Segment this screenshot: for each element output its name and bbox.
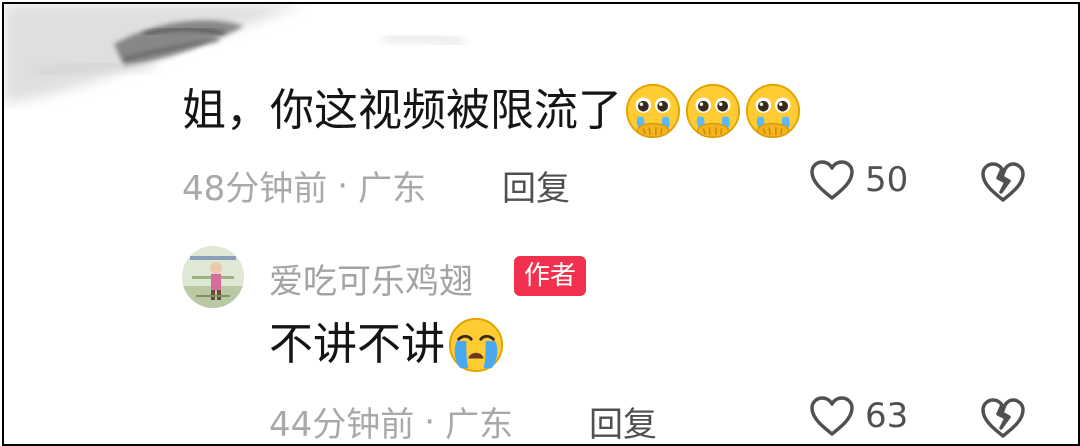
comment-2-meta: 44分钟前 · 广东: [269, 397, 514, 445]
comment-1-like-button[interactable]: 50: [809, 159, 908, 201]
comment-1-location: 广东: [358, 169, 427, 209]
comment-1-separator: ·: [337, 165, 349, 206]
comment-panel: 姐，你这视频被限流了 48分钟前 · 广东 回复 50 爱吃可乐鸡翅 作者 不讲…: [2, 2, 1080, 446]
heart-outline-icon: [810, 160, 854, 200]
comment-2-like-button[interactable]: 63: [809, 395, 908, 437]
broken-heart-icon[interactable]: [979, 397, 1027, 439]
avatar[interactable]: [182, 246, 244, 308]
comment-1-meta: 48分钟前 · 广东: [182, 161, 426, 210]
comment-1-time: 48分钟前: [182, 169, 328, 209]
comment-1: 姐，你这视频被限流了: [182, 82, 802, 140]
author-badge: 作者: [514, 256, 587, 296]
comment-2-separator: ·: [424, 401, 436, 442]
comment-2-time: 44分钟前: [269, 405, 415, 445]
comment-2-like-count: 63: [865, 396, 909, 436]
avatar-image: [182, 246, 244, 308]
comment-2-location: 广东: [445, 405, 514, 445]
pleading-face-icon: [745, 83, 801, 139]
comment-2-reply-button[interactable]: 回复: [589, 397, 657, 444]
crying-face-icon: [448, 317, 504, 373]
broken-heart-icon[interactable]: [979, 161, 1027, 203]
heart-outline-icon: [810, 396, 854, 436]
comment-1-reply-button[interactable]: 回复: [502, 161, 570, 210]
comment-1-text: 姐，你这视频被限流了: [182, 85, 622, 136]
pleading-face-icon: [685, 83, 741, 139]
comment-2: 不讲不讲: [269, 316, 505, 374]
author-username[interactable]: 爱吃可乐鸡翅: [269, 254, 473, 303]
comment-2-text: 不讲不讲: [269, 319, 445, 370]
comment-1-like-count: 50: [865, 160, 909, 200]
pleading-face-icon: [625, 83, 681, 139]
